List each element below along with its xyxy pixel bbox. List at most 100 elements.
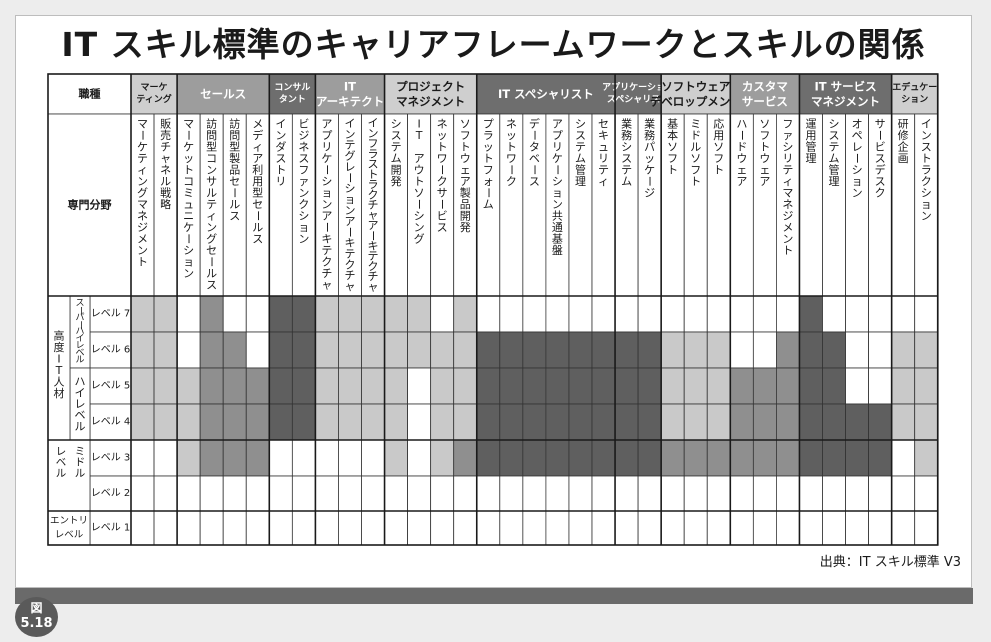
job-header-label-10-0: エデュケー [892, 81, 937, 93]
grid-cell-3-0-2 [314, 367, 339, 405]
grid-cell-4-2-3 [430, 403, 455, 441]
specialty-label-4-0: システム開発 [391, 117, 402, 188]
svg-text:ー: ー [551, 164, 564, 175]
grid-cell-0-0-4 [130, 439, 155, 477]
grid-cell-7-2-2 [706, 367, 731, 405]
specialty-label-7-0: 基本ソフト [667, 117, 678, 176]
level-label-4: レベル 3 [91, 452, 131, 464]
svg-text:ー: ー [228, 187, 241, 198]
svg-text:ク: ク [506, 175, 517, 188]
svg-text:マ: マ [137, 117, 148, 130]
grid-cell-5-5-6 [591, 510, 616, 546]
grid-cell-4-0-5 [384, 475, 408, 512]
svg-text:T: T [415, 129, 423, 142]
grid-cell-5-0-1 [476, 331, 501, 369]
grid-cell-3-0-5 [314, 475, 339, 512]
grid-cell-5-3-4 [545, 439, 570, 477]
svg-text:ス: ス [437, 221, 448, 234]
grid-cell-10-0-4 [891, 439, 916, 477]
grid-cell-0-1-2 [153, 367, 178, 405]
grid-cell-3-0-1 [314, 331, 339, 369]
grid-cell-9-2-4 [845, 439, 869, 477]
svg-text:マ: マ [183, 117, 194, 130]
grid-cell-0-1-0 [153, 295, 178, 333]
svg-text:ジ: ジ [644, 186, 655, 199]
grid-cell-5-5-0 [591, 295, 616, 333]
grid-cell-4-0-4 [384, 439, 408, 477]
grid-cell-4-1-1 [407, 331, 432, 369]
grid-cell-5-2-1 [522, 331, 547, 369]
svg-text:ン: ン [852, 186, 863, 199]
grid-cell-9-1-1 [822, 331, 846, 369]
grid-cell-5-4-6 [568, 510, 593, 546]
grid-cell-0-0-2 [130, 367, 155, 405]
grid-cell-8-0-0 [729, 295, 754, 333]
entry-label-b: レベル [55, 530, 84, 541]
grid-cell-8-1-4 [752, 439, 777, 477]
svg-text:ー: ー [320, 222, 333, 233]
grid-cell-4-0-1 [384, 331, 408, 369]
specialty-label-5-2: データベース [528, 116, 541, 188]
grid-cell-7-0-2 [660, 367, 685, 405]
svg-text:ス: ス [529, 175, 540, 188]
grid-cell-5-2-5 [522, 475, 547, 512]
grid-cell-6-1-2 [637, 367, 662, 405]
grid-cell-8-1-6 [752, 510, 777, 546]
specialty-label-9-2: オペレーション [851, 117, 864, 199]
grid-cell-0-1-4 [153, 439, 178, 477]
grid-cell-4-3-6 [453, 510, 478, 546]
grid-cell-7-1-6 [683, 510, 708, 546]
grid-cell-5-3-3 [545, 403, 570, 441]
superhigh-label: スーパーハイレベル [75, 299, 85, 366]
level-label-2: レベル 5 [91, 380, 131, 392]
svg-text:ン: ン [298, 232, 309, 245]
grid-cell-3-0-6 [314, 510, 339, 546]
svg-text:ト: ト [667, 163, 678, 176]
grid-cell-1-2-2 [222, 367, 247, 405]
grid-cell-3-1-4 [338, 439, 362, 477]
grid-cell-4-1-5 [407, 475, 432, 512]
grid-cell-9-0-4 [799, 439, 823, 477]
svg-text:ル: ル [56, 468, 67, 480]
grid-cell-9-3-5 [868, 475, 893, 512]
grid-cell-0-1-6 [153, 510, 178, 546]
specialty-label-5-0: プラットフォーム [482, 117, 495, 211]
grid-cell-1-3-1 [245, 331, 270, 369]
specialty-label-7-1: ミドルソフト [690, 117, 701, 188]
specialty-label-8-0: ハードウェア [735, 117, 748, 188]
grid-cell-1-2-6 [222, 510, 247, 546]
grid-cell-2-0-0 [268, 295, 293, 333]
grid-cell-9-0-0 [799, 295, 823, 333]
grid-cell-4-1-2 [407, 367, 432, 405]
svg-text:ル: ル [75, 420, 86, 433]
grid-cell-10-0-0 [891, 295, 916, 333]
job-header-label-8-1: サービス [742, 95, 788, 109]
grid-cell-8-0-4 [729, 439, 754, 477]
svg-text:ー: ー [436, 199, 449, 210]
svg-text:ベ: ベ [529, 152, 540, 165]
job-header-label-4-0: プロジェクト [396, 80, 465, 94]
grid-cell-1-1-3 [199, 403, 224, 441]
middle-label-b: レベル [56, 446, 67, 480]
grid-cell-5-2-3 [522, 403, 547, 441]
bottom-bar [15, 588, 973, 604]
svg-text:ト: ト [713, 163, 724, 176]
grid-cell-4-1-4 [407, 439, 432, 477]
job-header-label-8-0: カスタマ [742, 80, 788, 94]
grid-cell-3-1-3 [338, 403, 362, 441]
grid-cell-9-0-2 [799, 367, 823, 405]
svg-text:ー: ー [205, 256, 218, 267]
grid-cell-4-3-5 [453, 475, 478, 512]
grid-cell-5-0-3 [476, 403, 501, 441]
grid-cell-9-2-6 [845, 510, 869, 546]
specialty-label-5-3: アプリケーション共通基盤 [551, 117, 564, 257]
svg-text:ー: ー [251, 210, 264, 221]
grid-cell-4-1-0 [407, 295, 432, 333]
source-caption: 出典：IT スキル標準 V3 [819, 555, 961, 570]
svg-text:ー: ー [436, 164, 449, 175]
grid-cell-5-3-0 [545, 295, 570, 333]
grid-cell-7-2-0 [706, 295, 731, 333]
specialty-label-6-1: 業務パッケージ [643, 117, 656, 199]
specialty-label-9-3: サービスデスク [874, 117, 887, 199]
job-header-label-3-1: アーキテクト [316, 95, 384, 109]
